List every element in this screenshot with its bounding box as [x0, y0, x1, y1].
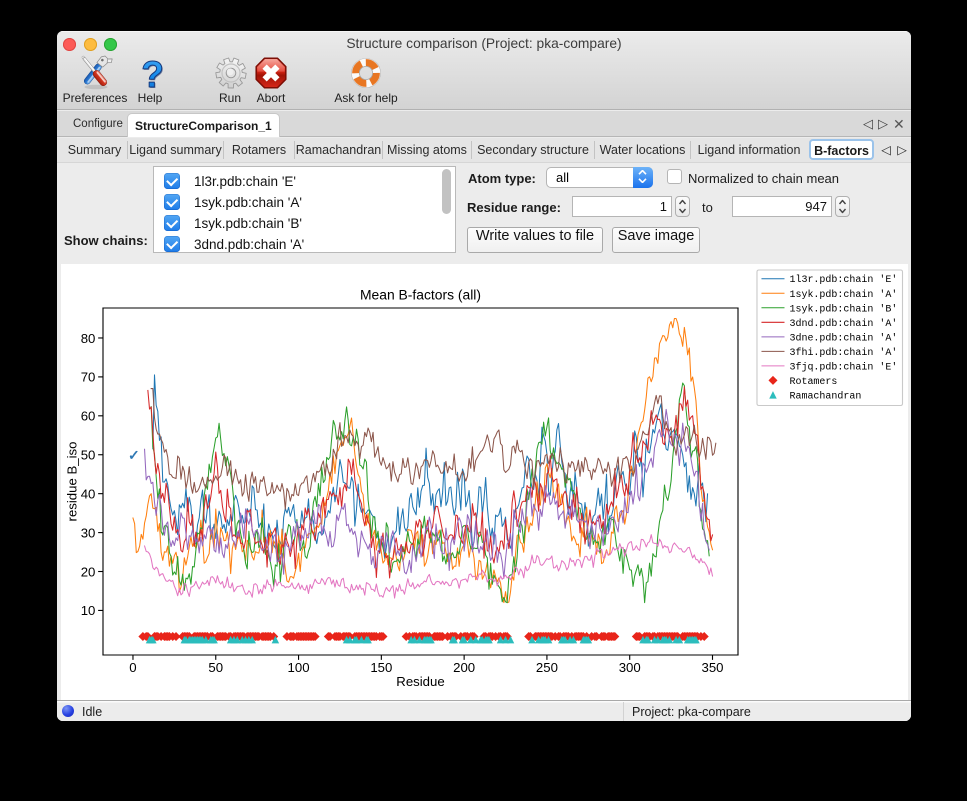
svg-text:300: 300 [619, 660, 641, 675]
svg-text:50: 50 [208, 660, 223, 675]
svg-text:Rotamers: Rotamers [789, 376, 837, 387]
svg-text:1syk.pdb:chain 'A': 1syk.pdb:chain 'A' [789, 289, 897, 300]
svg-text:Residue: Residue [396, 674, 444, 689]
svg-text:Ramachandran: Ramachandran [789, 390, 861, 401]
svg-text:3fhi.pdb:chain 'A': 3fhi.pdb:chain 'A' [789, 347, 897, 358]
svg-text:3dne.pdb:chain 'A': 3dne.pdb:chain 'A' [789, 332, 897, 343]
svg-text:40: 40 [81, 486, 96, 501]
svg-text:10: 10 [81, 603, 96, 618]
svg-text:3fjq.pdb:chain 'E': 3fjq.pdb:chain 'E' [789, 361, 897, 372]
svg-text:100: 100 [288, 660, 310, 675]
svg-text:70: 70 [81, 370, 96, 385]
svg-text:Mean B-factors (all): Mean B-factors (all) [360, 287, 481, 303]
svg-text:1l3r.pdb:chain 'E': 1l3r.pdb:chain 'E' [789, 274, 897, 285]
svg-text:?: ? [141, 54, 164, 94]
svg-text:30: 30 [81, 525, 96, 540]
svg-text:80: 80 [81, 331, 96, 346]
svg-text:1syk.pdb:chain 'B': 1syk.pdb:chain 'B' [789, 303, 897, 314]
svg-text:0: 0 [129, 660, 136, 675]
svg-text:50: 50 [81, 448, 96, 463]
svg-text:150: 150 [370, 660, 392, 675]
svg-text:60: 60 [81, 409, 96, 424]
svg-text:20: 20 [81, 564, 96, 579]
svg-text:residue B_iso: residue B_iso [65, 442, 80, 522]
svg-text:200: 200 [453, 660, 475, 675]
svg-text:3dnd.pdb:chain 'A': 3dnd.pdb:chain 'A' [789, 318, 897, 329]
svg-text:250: 250 [536, 660, 558, 675]
svg-text:350: 350 [701, 660, 723, 675]
